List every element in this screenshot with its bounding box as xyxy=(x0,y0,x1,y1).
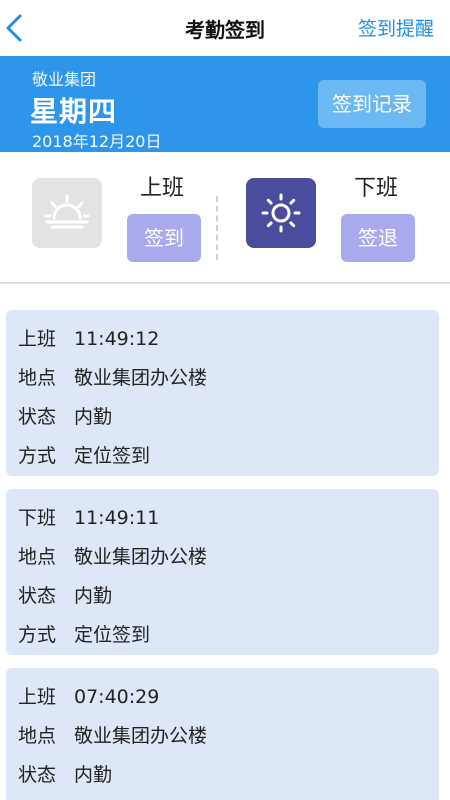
record-card: 上班 07:40:29 地点 敬业集团办公楼 状态 内勤 xyxy=(6,668,439,800)
clock-in-button[interactable]: 签到 xyxy=(127,214,201,262)
record-value: 内勤 xyxy=(74,585,113,607)
record-key: 状态 xyxy=(18,764,57,786)
weekday-label: 星期四 xyxy=(30,95,118,128)
record-card: 下班 11:49:11 地点 敬业集团办公楼 状态 内勤 方式 定位签到 xyxy=(6,489,439,655)
record-value: 07:40:29 xyxy=(74,686,160,708)
nav-bar: 考勤签到 签到提醒 xyxy=(0,0,450,56)
record-key: 状态 xyxy=(18,406,57,428)
record-value: 11:49:12 xyxy=(74,328,160,350)
record-row-location: 地点 敬业集团办公楼 xyxy=(18,721,207,748)
record-value: 敬业集团办公楼 xyxy=(74,725,208,747)
checkin-reminder-button[interactable]: 签到提醒 xyxy=(358,14,434,41)
clock-out-button[interactable]: 签退 xyxy=(341,214,415,262)
date-header: 敬业集团 星期四 2018年12月20日 签到记录 xyxy=(0,56,450,152)
punch-panel: 上班 签到 下班 签退 xyxy=(0,152,450,284)
clock-in-label: 上班 xyxy=(140,176,185,201)
record-key: 方式 xyxy=(18,445,57,467)
date-label: 2018年12月20日 xyxy=(32,132,162,151)
record-row-location: 地点 敬业集团办公楼 xyxy=(18,363,207,390)
sunrise-icon xyxy=(44,194,90,229)
record-value: 敬业集团办公楼 xyxy=(74,546,208,568)
checkin-records-button[interactable]: 签到记录 xyxy=(318,80,426,128)
record-key: 地点 xyxy=(18,367,57,389)
sun-icon xyxy=(261,193,301,233)
record-row-time: 上班 07:40:29 xyxy=(18,682,159,709)
record-key: 地点 xyxy=(18,546,57,568)
record-row-status: 状态 内勤 xyxy=(18,760,112,787)
record-row-status: 状态 内勤 xyxy=(18,402,112,429)
record-row-status: 状态 内勤 xyxy=(18,581,112,608)
record-row-method: 方式 定位签到 xyxy=(18,441,150,468)
punch-divider xyxy=(216,196,218,260)
record-value: 11:49:11 xyxy=(74,507,160,529)
records-list[interactable]: 上班 11:49:12 地点 敬业集团办公楼 状态 内勤 方式 定位签到 下班 11:49… xyxy=(0,286,450,800)
record-value: 定位签到 xyxy=(74,624,151,646)
record-card: 上班 11:49:12 地点 敬业集团办公楼 状态 内勤 方式 定位签到 xyxy=(6,310,439,476)
record-row-location: 地点 敬业集团办公楼 xyxy=(18,542,207,569)
record-key: 上班 xyxy=(18,328,57,350)
sunrise-icon-box xyxy=(32,178,102,248)
record-key: 状态 xyxy=(18,585,57,607)
record-key: 方式 xyxy=(18,624,57,646)
record-key: 上班 xyxy=(18,686,57,708)
record-row-time: 上班 11:49:12 xyxy=(18,324,159,351)
record-value: 内勤 xyxy=(74,406,113,428)
record-key: 地点 xyxy=(18,725,57,747)
record-value: 内勤 xyxy=(74,764,113,786)
record-key: 下班 xyxy=(18,507,57,529)
record-value: 定位签到 xyxy=(74,445,151,467)
company-name: 敬业集团 xyxy=(32,70,97,89)
record-value: 敬业集团办公楼 xyxy=(74,367,208,389)
clock-out-label: 下班 xyxy=(354,176,399,201)
record-row-time: 下班 11:49:11 xyxy=(18,503,159,530)
sun-icon-box xyxy=(246,178,316,248)
record-row-method: 方式 定位签到 xyxy=(18,620,150,647)
